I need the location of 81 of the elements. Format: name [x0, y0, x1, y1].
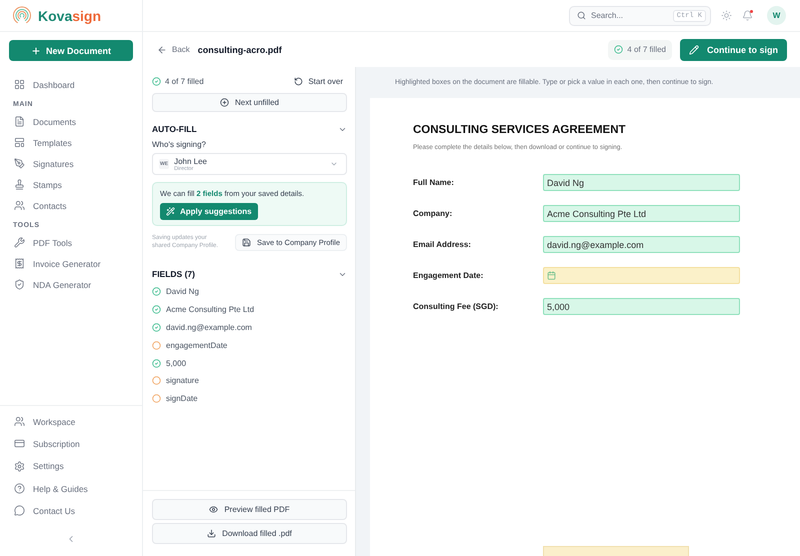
download-button[interactable]: Download filled .pdf	[152, 523, 347, 544]
template-icon	[14, 137, 25, 148]
sidebar-item[interactable]: PDF Tools	[0, 232, 142, 253]
wand-icon	[166, 207, 175, 216]
progress-badge: 4 of 7 filled	[608, 40, 672, 60]
sidebar-item[interactable]: Invoice Generator	[0, 253, 142, 274]
download-icon	[207, 529, 216, 538]
signature-input[interactable]	[543, 546, 689, 556]
save-icon	[242, 238, 252, 247]
pen-icon	[14, 158, 25, 169]
form-input[interactable]: Acme Consulting Pte Ltd	[543, 205, 740, 222]
section-title: AUTO-FILL	[152, 124, 197, 134]
shield-icon	[14, 279, 25, 290]
reset-icon	[294, 77, 304, 86]
field-list-item[interactable]: Acme Consulting Pte Ltd	[152, 300, 347, 319]
sidebar-item[interactable]: Contacts	[0, 195, 142, 216]
document-title: CONSULTING SERVICES AGREEMENT	[413, 124, 627, 136]
chat-icon	[14, 505, 25, 516]
form-input[interactable]: david.ng@example.com	[543, 236, 740, 253]
apply-suggestions-button[interactable]: Apply suggestions	[160, 203, 258, 220]
start-over-button[interactable]: Start over	[294, 77, 347, 86]
form-input[interactable]	[543, 267, 740, 284]
progress-text: 4 of 7 filled	[165, 77, 204, 86]
field-list-item[interactable]: signDate	[152, 390, 347, 408]
logo-icon	[12, 6, 32, 25]
chevron-icon	[330, 160, 338, 168]
field-label: Who's signing?	[152, 140, 207, 149]
notification-bell-icon[interactable]	[742, 10, 753, 21]
check-circle-icon	[614, 45, 624, 54]
sidebar-item[interactable]: Documents	[0, 111, 142, 132]
form-label: Engagement Date:	[413, 271, 484, 280]
form-label: Full Name:	[413, 178, 455, 187]
sidebar-item[interactable]: Settings	[0, 455, 142, 478]
search-icon	[577, 11, 586, 20]
form-label: Company:	[413, 209, 454, 218]
sidebar-item[interactable]: Help & Guides	[0, 477, 142, 500]
check-circle-icon	[152, 77, 161, 86]
search-input[interactable]: Search...	[591, 11, 668, 20]
sidebar-item[interactable]: Subscription	[0, 432, 142, 456]
document-icon	[14, 116, 25, 127]
card-icon	[14, 438, 25, 450]
plus-icon	[30, 46, 41, 56]
help-icon	[14, 483, 25, 494]
calendar-icon	[547, 271, 556, 280]
sidebar-item[interactable]: Workspace	[0, 410, 142, 433]
stamp-icon	[14, 179, 25, 190]
file-name: consulting-acro.pdf	[198, 44, 282, 54]
form-label: Email Address:	[413, 240, 472, 249]
field-list-item[interactable]: David Ng	[152, 283, 347, 301]
section-title: FIELDS (7)	[152, 269, 195, 279]
field-list-item[interactable]: signature	[152, 372, 347, 390]
sidebar-item[interactable]: Contact Us	[0, 500, 142, 522]
pencil-icon	[689, 44, 699, 54]
field-list-item[interactable]: engagementDate	[152, 336, 347, 354]
field-list-item[interactable]: david.ng@example.com	[152, 318, 347, 336]
next-unfilled-button[interactable]: Next unfilled	[152, 93, 347, 112]
dashboard-icon	[14, 79, 25, 90]
form-input[interactable]: 5,000	[543, 298, 740, 315]
wrench-icon	[14, 237, 25, 248]
plus-circle-icon	[220, 98, 229, 107]
user-avatar[interactable]: W	[767, 6, 786, 25]
sidebar-item[interactable]: Templates	[0, 132, 142, 153]
sidebar-item[interactable]: NDA Generator	[0, 274, 142, 295]
people-icon	[14, 200, 25, 211]
receipt-icon	[14, 258, 25, 269]
form-label: Consulting Fee (SGD):	[413, 302, 500, 311]
sun-icon[interactable]	[721, 10, 732, 21]
sidebar-item[interactable]: Stamps	[0, 174, 142, 195]
eye-icon	[209, 505, 218, 514]
arrow-left-icon	[157, 44, 167, 54]
back-button[interactable]: Back	[157, 44, 190, 54]
people-icon	[14, 416, 25, 428]
settings-icon	[14, 460, 25, 472]
field-list-item[interactable]: 5,000	[152, 354, 347, 372]
new-document-button[interactable]: New Document	[9, 40, 133, 61]
sidebar-item[interactable]: Dashboard	[0, 74, 142, 95]
brand-name: Kovasign	[38, 8, 102, 24]
preview-button[interactable]: Preview filled PDF	[152, 499, 347, 520]
continue-button[interactable]: Continue to sign	[680, 38, 787, 60]
sidebar-item[interactable]: Signatures	[0, 153, 142, 174]
form-input[interactable]: David Ng	[543, 174, 740, 191]
